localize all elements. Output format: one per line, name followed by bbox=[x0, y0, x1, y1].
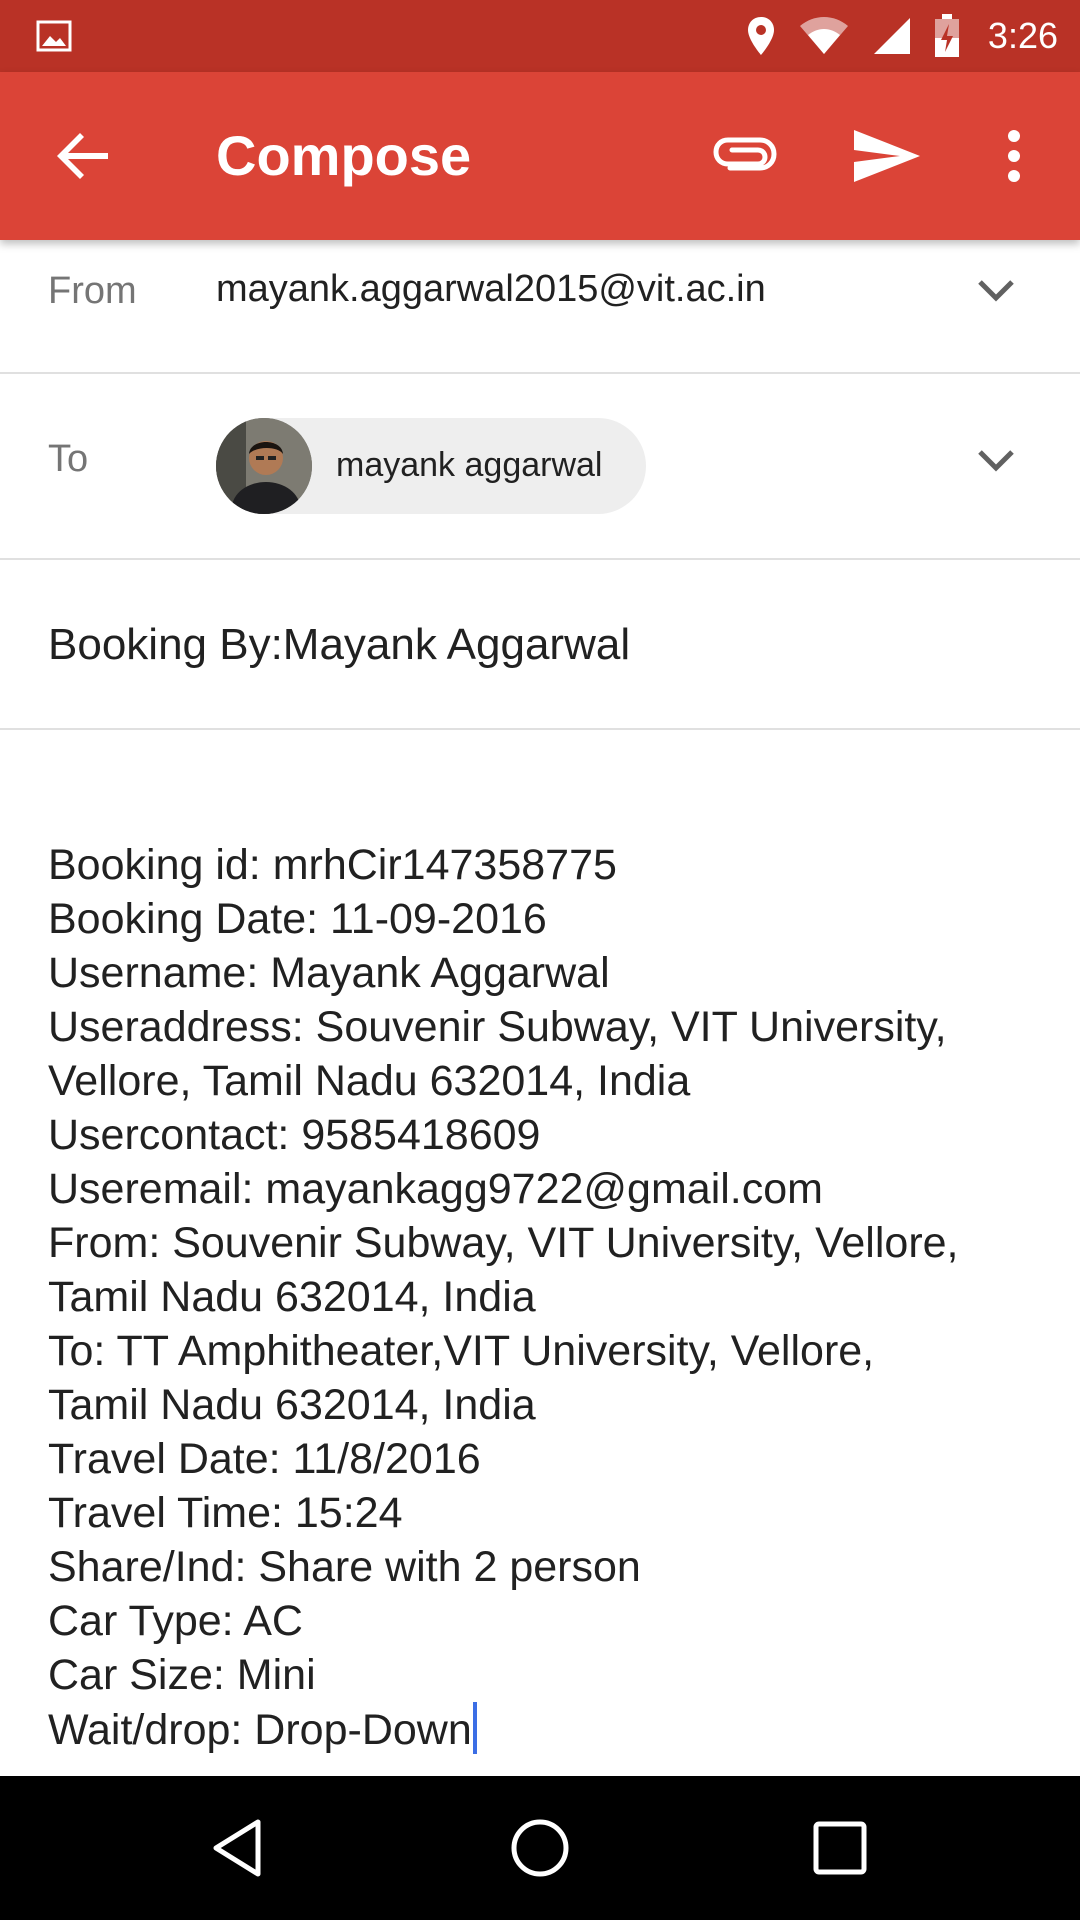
text-cursor bbox=[472, 1702, 477, 1754]
body-line: Tamil Nadu 632014, India bbox=[48, 1381, 536, 1429]
body-line: To: TT Amphitheater,VIT University, Vell… bbox=[48, 1327, 875, 1375]
location-icon bbox=[747, 17, 774, 55]
message-body[interactable]: Booking id: mrhCir147358775 Booking Date… bbox=[48, 838, 1048, 1757]
body-line-last: Wait/drop: Drop-Down bbox=[48, 1702, 1048, 1757]
body-line: Useremail: mayankagg9722@gmail.com bbox=[48, 1165, 823, 1213]
wifi-icon bbox=[799, 17, 848, 54]
from-label: From bbox=[48, 270, 137, 312]
image-icon bbox=[36, 20, 72, 52]
body-line: Useraddress: Souvenir Subway, VIT Univer… bbox=[48, 1003, 947, 1051]
body-line: Travel Time: 15:24 bbox=[48, 1489, 403, 1537]
body-line: Share/Ind: Share with 2 person bbox=[48, 1543, 641, 1591]
send-icon[interactable] bbox=[852, 124, 922, 188]
body-line: Booking Date: 11-09-2016 bbox=[48, 895, 547, 943]
from-account[interactable]: mayank.aggarwal2015@vit.ac.in bbox=[216, 268, 766, 311]
status-bar: 3:26 bbox=[0, 0, 1080, 72]
chevron-down-icon[interactable] bbox=[972, 436, 1020, 484]
status-time: 3:26 bbox=[987, 15, 1058, 56]
navigation-bar bbox=[0, 1776, 1080, 1920]
from-row: From mayank.aggarwal2015@vit.ac.in bbox=[0, 240, 1080, 374]
attach-icon[interactable] bbox=[710, 126, 780, 186]
battery-charging-icon bbox=[934, 14, 959, 57]
home-circle-icon[interactable] bbox=[508, 1816, 572, 1880]
page-title: Compose bbox=[216, 124, 472, 187]
back-triangle-icon[interactable] bbox=[208, 1816, 272, 1880]
more-vert-icon[interactable] bbox=[996, 124, 1032, 188]
body-line-text: Wait/drop: Drop-Down bbox=[48, 1706, 472, 1754]
recents-square-icon[interactable] bbox=[808, 1816, 872, 1880]
to-label: To bbox=[48, 438, 89, 480]
body-line: From: Souvenir Subway, VIT University, V… bbox=[48, 1219, 959, 1267]
body-line: Car Size: Mini bbox=[48, 1651, 316, 1699]
body-line: Car Type: AC bbox=[48, 1597, 303, 1645]
avatar bbox=[216, 418, 312, 514]
to-row: To mayank aggarwal bbox=[0, 374, 1080, 560]
app-bar: Compose bbox=[0, 72, 1080, 240]
back-arrow-icon[interactable] bbox=[52, 124, 116, 188]
body-line: Vellore, Tamil Nadu 632014, India bbox=[48, 1057, 691, 1105]
body-line: Username: Mayank Aggarwal bbox=[48, 949, 610, 997]
recipient-name: mayank aggarwal bbox=[336, 446, 603, 484]
body-line: Usercontact: 9585418609 bbox=[48, 1111, 541, 1159]
signal-icon bbox=[873, 18, 910, 54]
body-line: Tamil Nadu 632014, India bbox=[48, 1273, 536, 1321]
subject-row[interactable]: Booking By:Mayank Aggarwal bbox=[0, 560, 1080, 730]
recipient-chip[interactable]: mayank aggarwal bbox=[216, 418, 646, 514]
subject-field[interactable]: Booking By:Mayank Aggarwal bbox=[48, 620, 630, 670]
body-line: Booking id: mrhCir147358775 bbox=[48, 841, 617, 889]
body-line: Travel Date: 11/8/2016 bbox=[48, 1435, 481, 1483]
chevron-down-icon[interactable] bbox=[972, 266, 1020, 314]
